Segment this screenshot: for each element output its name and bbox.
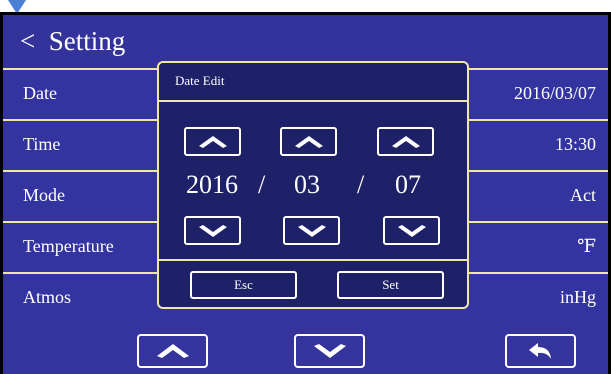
chevron-down-icon (198, 224, 227, 237)
month-value: 03 (294, 170, 320, 199)
row-value: Act (570, 185, 596, 205)
chevron-up-icon (156, 344, 189, 358)
row-value: 2016/03/07 (513, 83, 596, 103)
footer-bar (3, 322, 608, 374)
return-arrow-icon (528, 343, 551, 359)
chevron-up-icon (198, 135, 227, 148)
row-label: Mode (23, 185, 65, 205)
day-value: 07 (395, 170, 421, 199)
row-value: inHg (560, 287, 596, 307)
title-text: Setting (48, 26, 126, 56)
year-up-button[interactable] (184, 127, 241, 156)
row-label: Atmos (23, 287, 72, 307)
chevron-down-icon (297, 224, 326, 237)
set-button[interactable]: Set (337, 271, 444, 299)
chevron-down-icon (313, 344, 346, 358)
month-down-button[interactable] (283, 216, 340, 245)
scroll-down-button[interactable] (294, 334, 365, 368)
day-up-button[interactable] (377, 127, 434, 156)
page-title[interactable]: < Setting (20, 26, 125, 57)
dialog-header: Date Edit (159, 63, 467, 102)
row-label: Date (23, 83, 57, 103)
dialog-divider (159, 259, 467, 261)
date-separator: / (357, 170, 365, 199)
chevron-up-icon (391, 135, 420, 148)
row-label: Temperature (23, 236, 114, 256)
year-value: 2016 (186, 170, 238, 199)
scroll-up-button[interactable] (137, 334, 208, 368)
year-down-button[interactable] (184, 216, 241, 245)
date-edit-dialog: Date Edit 2016 / 03 / 07 Esc Set (157, 61, 469, 309)
month-up-button[interactable] (280, 127, 337, 156)
row-value: 13:30 (554, 134, 596, 154)
row-value: ℉ (577, 236, 596, 256)
date-separator: / (258, 170, 266, 199)
dialog-title: Date Edit (175, 73, 225, 88)
chevron-down-icon (397, 224, 426, 237)
chevron-up-icon (294, 135, 323, 148)
day-down-button[interactable] (383, 216, 440, 245)
row-label: Time (23, 134, 61, 154)
esc-button[interactable]: Esc (190, 271, 297, 299)
back-icon[interactable]: < (20, 26, 35, 56)
return-button[interactable] (505, 334, 576, 368)
